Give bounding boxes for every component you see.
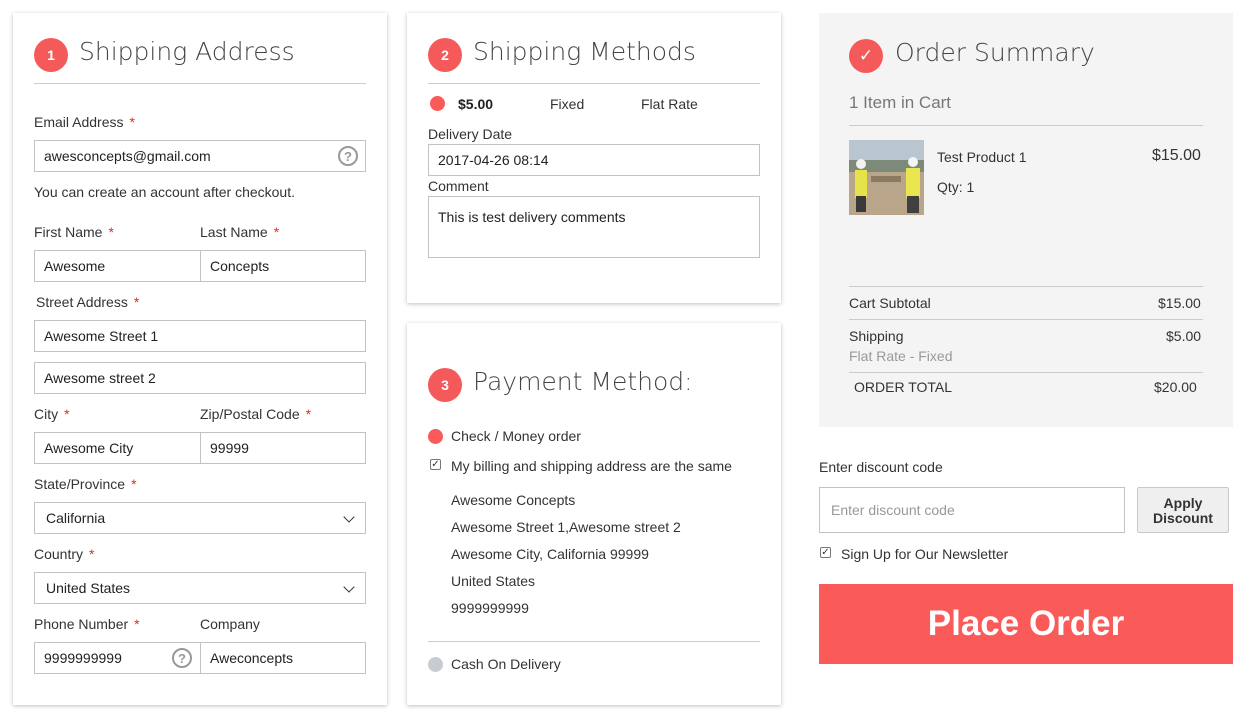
product-qty: Qty: 1 [937,179,975,195]
totals-divider [849,286,1203,287]
comment-label: Comment [428,178,489,194]
company-field[interactable]: Aweconcepts [200,642,366,674]
shipping-method-name: Fixed [550,96,585,112]
newsletter-checkbox[interactable]: ✓ [820,547,831,558]
required-mark: * [133,294,140,310]
payment-divider [428,641,760,642]
product-price: $15.00 [1152,147,1201,164]
billing-address-line: Awesome Street 1,Awesome street 2 [451,519,681,535]
last-name-label: Last Name * [200,224,280,240]
delivery-date-field[interactable]: 2017-04-26 08:14 [428,144,760,176]
billing-address-line: United States [451,573,536,589]
payment-method-panel: 3 Payment Method: Check / Money order ✓ … [407,323,781,705]
zip-label: Zip/Postal Code * [200,406,312,422]
same-address-label: My billing and shipping address are the … [451,458,732,474]
payment-method-title: Payment Method: [473,367,693,396]
shipping-method-summary: Flat Rate - Fixed [849,348,953,364]
last-name-field[interactable]: Concepts [200,250,366,282]
checkmark-icon: ✓ [849,39,883,73]
totals-divider [849,319,1203,320]
country-select[interactable]: United States [34,572,366,604]
country-label: Country * [34,546,95,562]
state-select[interactable]: California [34,502,366,534]
zip-field[interactable]: 99999 [200,432,366,464]
phone-label: Phone Number * [34,616,140,632]
email-label: Email Address * [34,114,135,130]
step-3-badge: 3 [428,368,462,402]
order-total-value: $20.00 [1154,379,1197,395]
order-summary-title: Order Summary [895,38,1095,67]
required-mark: * [129,114,135,130]
title-divider [34,83,366,84]
items-in-cart: 1 Item in Cart [849,93,952,112]
shipping-label: Shipping [849,328,904,344]
shipping-address-panel: 1 Shipping Address Email Address * awesco… [13,13,387,705]
delivery-date-label: Delivery Date [428,126,513,142]
help-icon[interactable]: ? [338,146,358,166]
billing-address-line: Awesome City, California 99999 [451,546,649,562]
shipping-price: $5.00 [458,96,494,112]
required-mark: * [273,224,280,240]
place-order-button[interactable]: Place Order [819,584,1233,664]
discount-label: Enter discount code [819,459,943,475]
apply-discount-button[interactable]: Apply Discount [1137,487,1229,533]
comment-textarea[interactable]: This is test delivery comments [428,196,760,258]
title-divider [428,83,760,84]
city-label: City * [34,406,70,422]
shipping-value: $5.00 [1166,328,1202,344]
order-total-label: ORDER TOTAL [854,379,953,395]
company-label: Company [200,616,260,632]
cash-on-delivery-label: Cash On Delivery [451,656,561,672]
billing-address-line: 9999999999 [451,600,529,616]
shipping-address-title: Shipping Address [79,37,295,66]
step-2-badge: 2 [428,38,462,72]
subtotal-value: $15.00 [1158,295,1201,311]
required-mark: * [89,546,95,562]
summary-divider [849,125,1203,126]
state-label: State/Province * [34,476,137,492]
first-name-field[interactable]: Awesome [34,250,201,282]
discount-code-input[interactable]: Enter discount code [819,487,1125,533]
billing-address-line: Awesome Concepts [451,492,576,508]
email-note: You can create an account after checkout… [34,184,295,200]
subtotal-label: Cart Subtotal [849,295,931,311]
product-thumbnail [849,140,924,215]
cash-on-delivery-radio[interactable] [428,657,443,672]
help-icon[interactable]: ? [172,648,192,668]
step-1-badge: 1 [34,38,68,72]
apply-discount-label: Discount [1153,510,1213,526]
same-address-checkbox[interactable]: ✓ [430,459,441,470]
order-summary-panel: ✓ Order Summary 1 Item in Cart Test Prod… [819,13,1233,427]
street-line2-field[interactable]: Awesome street 2 [34,362,366,394]
check-money-order-label: Check / Money order [451,428,581,444]
check-money-order-radio[interactable] [428,429,443,444]
newsletter-label: Sign Up for Our Newsletter [841,546,1009,562]
shipping-carrier-name: Flat Rate [641,96,698,112]
shipping-method-radio[interactable] [430,96,445,111]
required-mark: * [108,224,114,240]
required-mark: * [305,406,312,422]
shipping-methods-panel: 2 Shipping Methods $5.00 Fixed Flat Rate… [407,13,781,303]
shipping-methods-title: Shipping Methods [473,37,696,66]
email-field[interactable]: awesconcepts@gmail.com [34,140,366,172]
product-name: Test Product 1 [937,149,1027,165]
required-mark: * [131,476,137,492]
city-field[interactable]: Awesome City [34,432,201,464]
street-label: Street Address * [36,294,140,310]
first-name-label: First Name * [34,224,114,240]
required-mark: * [134,616,140,632]
required-mark: * [64,406,70,422]
street-line1-field[interactable]: Awesome Street 1 [34,320,366,352]
totals-divider [849,372,1203,373]
apply-discount-label: Apply [1163,495,1203,511]
